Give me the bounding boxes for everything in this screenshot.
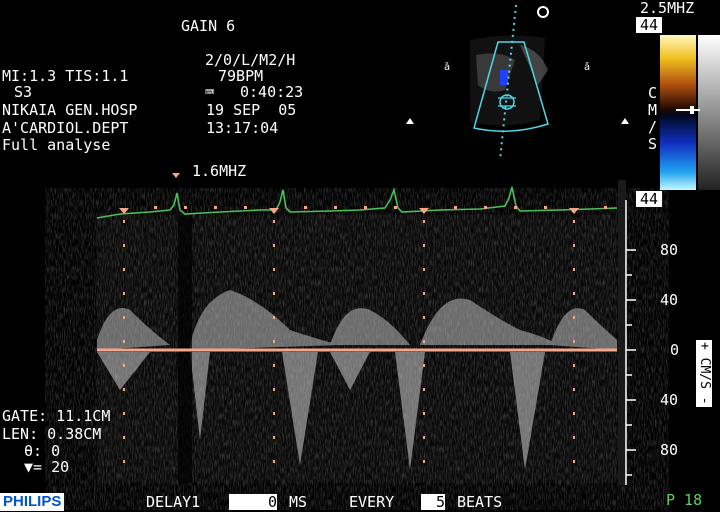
exam-timer: 0:40:23 [240,83,304,101]
timer-icon: ⌨ [205,83,215,101]
velocity-unit-label: + CM/S - [696,340,712,407]
colorbar-letter-s: S [648,135,658,153]
probe-name: S3 [14,83,33,101]
colorbar-top-value: 44 [636,17,663,33]
heart-rate: 79BPM [218,67,264,85]
colorbar-letter-c: C [648,84,658,102]
hospital-name: NIKAIA GEN.HOSP [2,101,138,119]
gray-map-bar [698,35,720,190]
tick-label: 0 [670,341,680,359]
preset-name: Full analyse [2,136,111,154]
angle-correction: θ: 0 [24,442,61,460]
gate-length: LEN: 0.38CM [2,425,102,443]
delay-value-field[interactable]: 0 [229,494,277,510]
page-indicator: P 18 [666,491,703,509]
tick-label: 40 [660,391,679,409]
doppler-cursor-marker [172,173,180,178]
gain-readout: GAIN 6 [181,17,236,35]
svg-text:ǎ: ǎ [444,61,450,73]
transducer-frequency: 2.5MHZ [640,0,695,17]
colorbar-bottom-value: 44 [636,191,663,207]
mode-line: 2/0/L/M2/H [205,51,296,69]
every-value-field[interactable]: 5 [421,494,445,510]
brand-logo: PHILIPS [0,493,65,511]
department-name: A'CARDIOL.DEPT [2,119,129,137]
axis-ticks [626,249,636,476]
delay-label: DELAY1 [146,493,201,511]
tick-label: 80 [660,241,679,259]
delay-unit: MS [289,493,308,511]
gate-depth: GATE: 11.1CM [2,407,111,425]
every-label: EVERY [349,493,395,511]
mi-tis-readout: MI:1.3 TIS:1.1 [2,67,129,85]
colorbar-letter-m: M [648,101,658,119]
exam-date: 19 SEP 05 [206,101,297,119]
tick-label: 80 [660,441,679,459]
beats-label: BEATS [457,493,503,511]
sector-thumbnail: ǎ ǎ [406,4,629,161]
sweep-speed: ▼= 20 [24,458,70,476]
ecg-trace [96,186,618,219]
exam-time: 13:17:04 [206,119,279,137]
doppler-frequency: 1.6MHZ [192,162,247,180]
tick-label: 40 [660,291,679,309]
svg-text:ǎ: ǎ [584,61,590,73]
colorbar-letter-slash: / [648,118,658,136]
